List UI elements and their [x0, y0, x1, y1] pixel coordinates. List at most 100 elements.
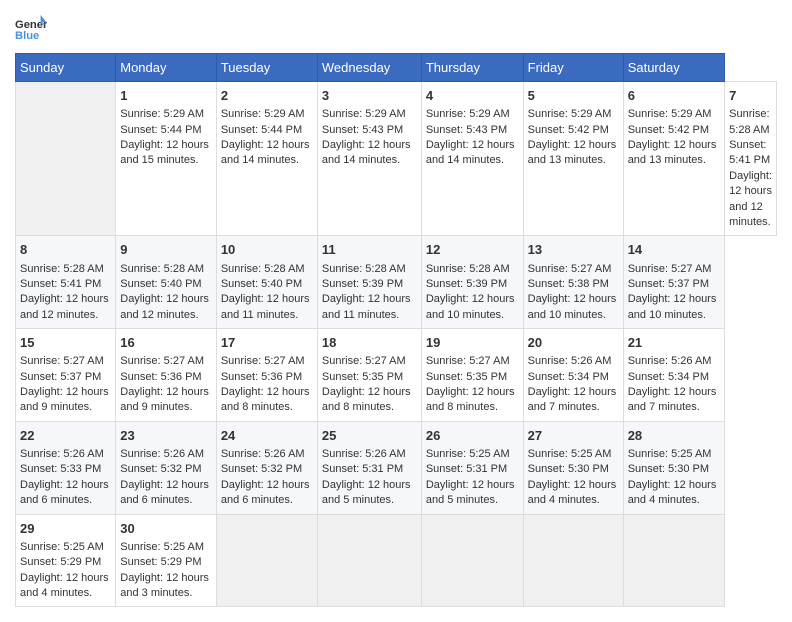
- logo: General Blue: [15, 15, 47, 43]
- day-info: Sunrise: 5:26 AMSunset: 5:34 PMDaylight:…: [628, 355, 717, 413]
- calendar-cell: [216, 514, 317, 607]
- day-number: 29: [20, 520, 111, 538]
- calendar-cell: 21 Sunrise: 5:26 AMSunset: 5:34 PMDayligh…: [623, 329, 724, 422]
- calendar-cell: [16, 82, 116, 236]
- calendar-cell: 14Sunrise: 5:27 AMSunset: 5:37 PMDayligh…: [623, 236, 724, 329]
- day-info: Sunrise: 5:26 AMSunset: 5:32 PMDaylight:…: [221, 448, 310, 506]
- calendar-cell: 6 Sunrise: 5:29 AMSunset: 5:42 PMDaylight…: [623, 82, 724, 236]
- calendar-cell: 26Sunrise: 5:25 AMSunset: 5:31 PMDayligh…: [421, 421, 523, 514]
- day-number: 12: [426, 241, 519, 259]
- day-number: 24: [221, 427, 313, 445]
- calendar-cell: 19 Sunrise: 5:27 AMSunset: 5:35 PMDayligh…: [421, 329, 523, 422]
- day-number: 25: [322, 427, 417, 445]
- day-number: 2: [221, 87, 313, 105]
- calendar-cell: 18 Sunrise: 5:27 AMSunset: 5:35 PMDayligh…: [317, 329, 421, 422]
- calendar-cell: 29 Sunrise: 5:25 AMSunset: 5:29 PMDayligh…: [16, 514, 116, 607]
- day-number: 21: [628, 334, 720, 352]
- day-number: 11: [322, 241, 417, 259]
- calendar-cell: 10 Sunrise: 5:28 AMSunset: 5:40 PMDayligh…: [216, 236, 317, 329]
- calendar-cell: 25 Sunrise: 5:26 AMSunset: 5:31 PMDayligh…: [317, 421, 421, 514]
- logo-icon: General Blue: [15, 15, 47, 43]
- week-row-5: 29 Sunrise: 5:25 AMSunset: 5:29 PMDayligh…: [16, 514, 777, 607]
- day-info: Sunrise: 5:27 AMSunset: 5:35 PMDaylight:…: [426, 355, 515, 413]
- day-info: Sunrise: 5:25 AMSunset: 5:29 PMDaylight:…: [120, 541, 209, 599]
- column-header-monday: Monday: [116, 54, 217, 82]
- day-info: Sunrise: 5:29 AMSunset: 5:42 PMDaylight:…: [528, 108, 617, 166]
- calendar-cell: 11 Sunrise: 5:28 AMSunset: 5:39 PMDayligh…: [317, 236, 421, 329]
- day-number: 5: [528, 87, 619, 105]
- day-number: 4: [426, 87, 519, 105]
- day-number: 22: [20, 427, 111, 445]
- day-info: Sunrise: 5:27 AMSunset: 5:36 PMDaylight:…: [221, 355, 310, 413]
- day-number: 6: [628, 87, 720, 105]
- calendar-cell: 24 Sunrise: 5:26 AMSunset: 5:32 PMDayligh…: [216, 421, 317, 514]
- header-row: SundayMondayTuesdayWednesdayThursdayFrid…: [16, 54, 777, 82]
- day-info: Sunrise: 5:27 AMSunset: 5:35 PMDaylight:…: [322, 355, 411, 413]
- calendar-cell: 7 Sunrise: 5:28 AMSunset: 5:41 PMDaylight…: [725, 82, 777, 236]
- day-number: 19: [426, 334, 519, 352]
- calendar-cell: [421, 514, 523, 607]
- page-header: General Blue: [15, 15, 777, 43]
- calendar-cell: 12 Sunrise: 5:28 AMSunset: 5:39 PMDayligh…: [421, 236, 523, 329]
- week-row-3: 15 Sunrise: 5:27 AMSunset: 5:37 PMDayligh…: [16, 329, 777, 422]
- day-number: 10: [221, 241, 313, 259]
- calendar-cell: 1Sunrise: 5:29 AMSunset: 5:44 PMDaylight…: [116, 82, 217, 236]
- day-info: Sunrise: 5:26 AMSunset: 5:31 PMDaylight:…: [322, 448, 411, 506]
- day-number: 30: [120, 520, 212, 538]
- day-number: 1: [120, 87, 212, 105]
- week-row-1: 1 Sunrise: 5:29 AMSunset: 5:44 PMDaylight…: [16, 82, 777, 236]
- day-info: Sunrise: 5:26 AMSunset: 5:34 PMDaylight:…: [528, 355, 617, 413]
- day-info: Sunrise: 5:26 AMSunset: 5:33 PMDaylight:…: [20, 448, 109, 506]
- day-info: Sunrise: 5:28 AMSunset: 5:41 PMDaylight:…: [20, 263, 109, 321]
- calendar-cell: 2 Sunrise: 5:29 AMSunset: 5:44 PMDaylight…: [216, 82, 317, 236]
- svg-text:Blue: Blue: [15, 30, 39, 42]
- day-info: Sunrise: 5:29 AMSunset: 5:43 PMDaylight:…: [322, 108, 411, 166]
- day-info: Sunrise: 5:29 AMSunset: 5:42 PMDaylight:…: [628, 108, 717, 166]
- column-header-friday: Friday: [523, 54, 623, 82]
- day-number: 3: [322, 87, 417, 105]
- day-number: 7: [729, 87, 772, 105]
- day-number: 17: [221, 334, 313, 352]
- calendar-cell: 16 Sunrise: 5:27 AMSunset: 5:36 PMDayligh…: [116, 329, 217, 422]
- day-number: 13: [528, 241, 619, 259]
- calendar-cell: 30 Sunrise: 5:25 AMSunset: 5:29 PMDayligh…: [116, 514, 217, 607]
- day-number: 23: [120, 427, 212, 445]
- day-number: 26: [426, 427, 519, 445]
- day-info: Sunrise: 5:29 AMSunset: 5:44 PMDaylight:…: [221, 108, 310, 166]
- calendar-cell: 17 Sunrise: 5:27 AMSunset: 5:36 PMDayligh…: [216, 329, 317, 422]
- calendar-cell: 22 Sunrise: 5:26 AMSunset: 5:33 PMDayligh…: [16, 421, 116, 514]
- day-info: Sunrise: 5:27 AMSunset: 5:37 PMDaylight:…: [20, 355, 109, 413]
- day-number: 27: [528, 427, 619, 445]
- day-number: 16: [120, 334, 212, 352]
- day-number: 20: [528, 334, 619, 352]
- day-number: 18: [322, 334, 417, 352]
- day-info: Sunrise: 5:28 AMSunset: 5:40 PMDaylight:…: [221, 263, 310, 321]
- calendar-cell: 27Sunrise: 5:25 AMSunset: 5:30 PMDayligh…: [523, 421, 623, 514]
- day-number: 9: [120, 241, 212, 259]
- calendar-cell: [623, 514, 724, 607]
- calendar-cell: 9Sunrise: 5:28 AMSunset: 5:40 PMDaylight…: [116, 236, 217, 329]
- day-number: 15: [20, 334, 111, 352]
- week-row-4: 22 Sunrise: 5:26 AMSunset: 5:33 PMDayligh…: [16, 421, 777, 514]
- day-info: Sunrise: 5:26 AMSunset: 5:32 PMDaylight:…: [120, 448, 209, 506]
- day-info: Sunrise: 5:25 AMSunset: 5:29 PMDaylight:…: [20, 541, 109, 599]
- day-info: Sunrise: 5:28 AMSunset: 5:41 PMDaylight:…: [729, 108, 772, 228]
- column-header-saturday: Saturday: [623, 54, 724, 82]
- calendar-cell: 8 Sunrise: 5:28 AMSunset: 5:41 PMDaylight…: [16, 236, 116, 329]
- calendar-cell: 15 Sunrise: 5:27 AMSunset: 5:37 PMDayligh…: [16, 329, 116, 422]
- day-info: Sunrise: 5:28 AMSunset: 5:39 PMDaylight:…: [426, 263, 515, 321]
- day-number: 14: [628, 241, 720, 259]
- calendar-cell: 28Sunrise: 5:25 AMSunset: 5:30 PMDayligh…: [623, 421, 724, 514]
- day-number: 28: [628, 427, 720, 445]
- column-header-tuesday: Tuesday: [216, 54, 317, 82]
- day-info: Sunrise: 5:27 AMSunset: 5:38 PMDaylight:…: [528, 263, 617, 321]
- calendar-cell: 13 Sunrise: 5:27 AMSunset: 5:38 PMDayligh…: [523, 236, 623, 329]
- day-info: Sunrise: 5:29 AMSunset: 5:43 PMDaylight:…: [426, 108, 515, 166]
- day-number: 8: [20, 241, 111, 259]
- calendar-table: SundayMondayTuesdayWednesdayThursdayFrid…: [15, 53, 777, 607]
- calendar-cell: [523, 514, 623, 607]
- calendar-cell: 23 Sunrise: 5:26 AMSunset: 5:32 PMDayligh…: [116, 421, 217, 514]
- day-info: Sunrise: 5:28 AMSunset: 5:39 PMDaylight:…: [322, 263, 411, 321]
- calendar-cell: [317, 514, 421, 607]
- day-info: Sunrise: 5:27 AMSunset: 5:36 PMDaylight:…: [120, 355, 209, 413]
